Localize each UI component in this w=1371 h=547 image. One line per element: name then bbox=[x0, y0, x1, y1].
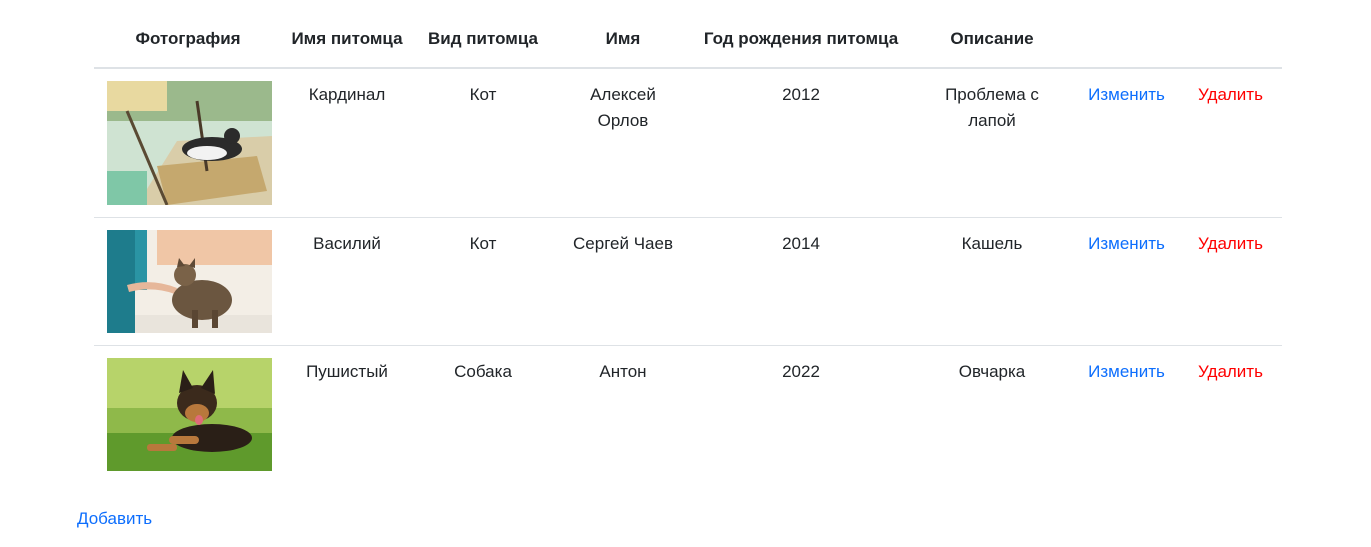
table-header-row: Фотография Имя питомца Вид питомца Имя Г… bbox=[94, 0, 1282, 68]
pet-name-cell: Пушистый bbox=[306, 362, 388, 381]
header-birth-year: Год рождения питомца bbox=[703, 29, 899, 48]
pet-name-cell: Кардинал bbox=[308, 85, 386, 104]
pet-photo-cat-on-chair bbox=[107, 81, 272, 205]
delete-link[interactable]: Удалить bbox=[1198, 85, 1263, 104]
header-edit-empty bbox=[1074, 0, 1179, 68]
owner-name-cell: Сергей Чаев bbox=[573, 234, 673, 253]
description-cell: Кашель bbox=[961, 234, 1023, 253]
edit-link[interactable]: Изменить bbox=[1088, 85, 1165, 104]
table-row: Пушистый Собака Антон 2022 Овчарка Измен… bbox=[94, 346, 1282, 484]
pet-name-cell: Василий bbox=[313, 234, 381, 253]
edit-cell: Изменить bbox=[1074, 218, 1179, 346]
pets-table: Фотография Имя питомца Вид питомца Имя Г… bbox=[94, 0, 1282, 483]
birth-year-cell: 2022 bbox=[782, 362, 820, 381]
description-cell: Проблема с лапой bbox=[945, 85, 1039, 130]
description-cell: Овчарка bbox=[958, 362, 1026, 381]
pet-kind-cell: Собака bbox=[454, 362, 512, 381]
birth-year-cell: 2014 bbox=[782, 234, 820, 253]
add-link[interactable]: Добавить bbox=[77, 507, 152, 531]
pet-kind-cell: Кот bbox=[469, 234, 497, 253]
delete-cell: Удалить bbox=[1179, 346, 1282, 484]
photo-cell bbox=[94, 68, 282, 218]
header-delete-empty bbox=[1179, 0, 1282, 68]
header-photo: Фотография bbox=[135, 29, 241, 48]
header-owner-name: Имя bbox=[605, 29, 641, 48]
owner-name-cell: Алексей Орлов bbox=[590, 85, 656, 130]
table-row: Василий Кот Сергей Чаев 2014 Кашель Изме… bbox=[94, 218, 1282, 346]
photo-cell bbox=[94, 346, 282, 484]
edit-link[interactable]: Изменить bbox=[1088, 362, 1165, 381]
pet-photo-puppy-on-grass bbox=[107, 358, 272, 471]
header-pet-name: Имя питомца bbox=[291, 29, 403, 48]
delete-link[interactable]: Удалить bbox=[1198, 234, 1263, 253]
edit-cell: Изменить bbox=[1074, 68, 1179, 218]
birth-year-cell: 2012 bbox=[782, 85, 820, 104]
pet-kind-cell: Кот bbox=[469, 85, 497, 104]
table-row: Кардинал Кот Алексей Орлов 2012 Проблема… bbox=[94, 68, 1282, 218]
pet-photo-cat-at-vet bbox=[107, 230, 272, 333]
header-pet-kind: Вид питомца bbox=[428, 29, 538, 48]
edit-link[interactable]: Изменить bbox=[1088, 234, 1165, 253]
delete-link[interactable]: Удалить bbox=[1198, 362, 1263, 381]
delete-cell: Удалить bbox=[1179, 218, 1282, 346]
delete-cell: Удалить bbox=[1179, 68, 1282, 218]
header-description: Описание bbox=[950, 29, 1034, 48]
photo-cell bbox=[94, 218, 282, 346]
owner-name-cell: Антон bbox=[599, 362, 647, 381]
edit-cell: Изменить bbox=[1074, 346, 1179, 484]
